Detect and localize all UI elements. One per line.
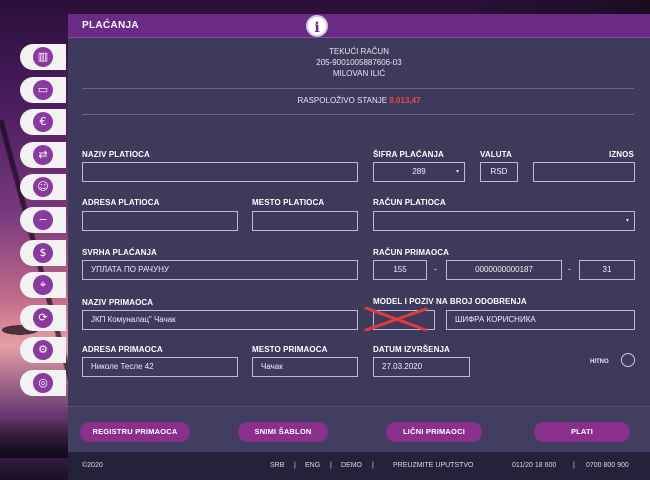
- sidebar: ▥ ▭ € ⇄ ☺ − $ ⌖ ⟳ ⚙ ◎: [20, 44, 66, 403]
- euro-hand-icon: €: [33, 112, 53, 133]
- caret-down-icon: ▾: [625, 218, 629, 224]
- demo-link[interactable]: DEMO: [341, 462, 362, 469]
- sidebar-item[interactable]: ☺: [20, 174, 66, 201]
- crossed-out-mark: [364, 306, 428, 332]
- chart-icon: ▥: [33, 47, 53, 67]
- payer-account-select[interactable]: ▾: [373, 211, 635, 231]
- personal-recipients-button[interactable]: LIČNI PRIMAOCI: [386, 422, 482, 442]
- users-icon: ☺: [33, 177, 53, 198]
- payment-purpose-input[interactable]: УПЛАТА ПО РАЧУНУ: [82, 260, 358, 280]
- header-bar: PLAĆANJA i: [68, 14, 650, 38]
- card-minus-icon: −: [33, 209, 53, 230]
- urgent-label: HITNO: [590, 359, 609, 365]
- copyright: ©2020: [82, 462, 103, 469]
- separator: |: [330, 462, 332, 469]
- top-shade: [440, 0, 650, 14]
- sidebar-item[interactable]: ⚙: [20, 337, 66, 364]
- sidebar-item[interactable]: ⟳: [20, 304, 66, 331]
- card-icon: ▭: [33, 79, 53, 100]
- settings-icon: ⚙: [33, 340, 53, 361]
- separator: |: [573, 462, 575, 469]
- balance-label: RASPOLOŽIVO STANJE: [297, 96, 388, 105]
- payment-code-label: ŠIFRA PLAĆANJA: [373, 150, 444, 159]
- model-reference-label: MODEL I POZIV NA BROJ ODOBRENJA: [373, 297, 527, 306]
- separator: -: [568, 264, 571, 274]
- sidebar-item[interactable]: −: [20, 206, 66, 233]
- amount-input[interactable]: [533, 162, 635, 182]
- phone-primary: 011/20 18 600: [512, 462, 557, 469]
- payer-name-label: NAZIV PLATIOCA: [82, 150, 150, 159]
- page-title: PLAĆANJA: [82, 20, 139, 31]
- recipient-account-number-input[interactable]: 0000000000187: [446, 260, 562, 280]
- save-template-button[interactable]: SNIMI ŠABLON: [238, 422, 328, 442]
- currency-field[interactable]: RSD: [480, 162, 518, 182]
- payer-city-input[interactable]: [252, 211, 358, 231]
- action-bar: REGISTRU PRIMAOCA SNIMI ŠABLON LIČNI PRI…: [68, 406, 650, 452]
- payment-code-value: 289: [412, 167, 426, 176]
- recipient-control-number-input[interactable]: 31: [579, 260, 635, 280]
- payer-name-input[interactable]: [82, 162, 358, 182]
- background-ground: [0, 418, 70, 458]
- recipient-address-label: ADRESA PRIMAOCA: [82, 345, 163, 354]
- execution-date-input[interactable]: 27.03.2020: [373, 357, 470, 377]
- account-number: 205-9001005887606-03: [316, 58, 402, 67]
- lang-srb-link[interactable]: SRB: [270, 462, 284, 469]
- sidebar-item[interactable]: $: [20, 239, 66, 266]
- currency-label: VALUTA: [480, 150, 512, 159]
- sidebar-item[interactable]: ◎: [20, 369, 66, 396]
- payment-panel: TEKUĆI RAČUN 205-9001005887606-03 MILOVA…: [68, 38, 650, 406]
- sidebar-item[interactable]: ⌖: [20, 272, 66, 299]
- separator: |: [372, 462, 374, 469]
- payer-account-label: RAČUN PLATIOCA: [373, 198, 446, 207]
- lang-eng-link[interactable]: ENG: [305, 462, 320, 469]
- currency-exchange-icon: ⟳: [33, 307, 53, 328]
- recipient-account-label: RAČUN PRIMAOCA: [373, 248, 450, 257]
- payer-address-label: ADRESA PLATIOCA: [82, 198, 160, 207]
- footer: ©2020 SRB | ENG | DEMO | PREUZMITE UPUTS…: [68, 452, 650, 480]
- separator: |: [294, 462, 296, 469]
- amount-label: IZNOS: [609, 150, 634, 159]
- payer-city-label: MESTO PLATIOCA: [252, 198, 325, 207]
- sidebar-item[interactable]: €: [20, 109, 66, 136]
- payment-code-select[interactable]: 289 ▾: [373, 162, 465, 182]
- download-manual-link[interactable]: PREUZMITE UPUTSTVO: [393, 462, 474, 469]
- balance-line: RASPOLOŽIVO STANJE 8.013,47: [68, 96, 650, 105]
- dollar-icon: $: [33, 242, 53, 263]
- phone-secondary: 0700 800 900: [586, 462, 629, 469]
- account-owner: MILOVAN ILIĆ: [332, 69, 386, 78]
- sidebar-item[interactable]: ▥: [20, 44, 66, 70]
- recipient-name-input[interactable]: ЈКП Комуналац" Чачак: [82, 310, 358, 330]
- location-icon: ⌖: [33, 275, 53, 296]
- separator: -: [434, 264, 437, 274]
- payment-purpose-label: SVRHA PLAĆANJA: [82, 248, 157, 257]
- divider: [82, 88, 634, 89]
- exchange-icon: ⇄: [33, 144, 53, 165]
- info-icon[interactable]: i: [306, 15, 328, 37]
- recipient-register-button[interactable]: REGISTRU PRIMAOCA: [80, 422, 190, 442]
- pay-button[interactable]: PLATI: [534, 422, 630, 442]
- divider: [82, 114, 634, 115]
- execution-date-label: DATUM IZVRŠENJA: [373, 345, 450, 354]
- sidebar-item[interactable]: ▭: [20, 76, 66, 103]
- recipient-address-input[interactable]: Николе Тесле 42: [82, 357, 238, 377]
- caret-down-icon: ▾: [455, 169, 459, 175]
- recipient-name-label: NAZIV PRIMAOCA: [82, 298, 154, 307]
- recipient-city-label: MESTO PRIMAOCA: [252, 345, 328, 354]
- target-icon: ◎: [33, 372, 53, 393]
- sidebar-item[interactable]: ⇄: [20, 141, 66, 168]
- account-info: TEKUĆI RAČUN 205-9001005887606-03 MILOVA…: [68, 46, 650, 79]
- urgent-radio[interactable]: [621, 353, 635, 367]
- payer-address-input[interactable]: [82, 211, 238, 231]
- recipient-city-input[interactable]: Чачак: [252, 357, 358, 377]
- recipient-bank-code-input[interactable]: 155: [373, 260, 427, 280]
- reference-number-input[interactable]: ШИФРА КОРИСНИКА: [446, 310, 635, 330]
- account-type: TEKUĆI RAČUN: [328, 47, 389, 56]
- balance-amount: 8.013,47: [389, 96, 421, 105]
